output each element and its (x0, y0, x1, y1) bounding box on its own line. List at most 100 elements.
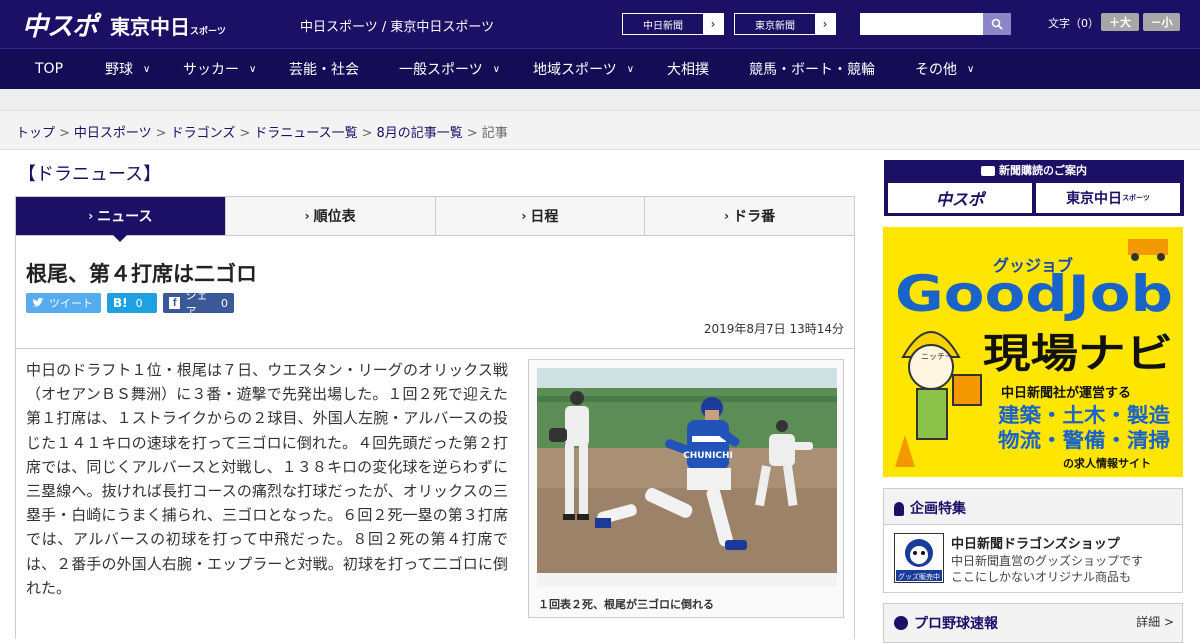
search-icon (991, 18, 1003, 30)
facebook-share-count: 0 (221, 296, 228, 310)
nav-item-sumo[interactable]: 大相撲 (667, 49, 709, 89)
pro-baseball-details-link[interactable]: 詳細 > (1136, 613, 1174, 630)
ad-line3: の求人情報サイト (1063, 456, 1151, 470)
tokyo-chunichi-logo[interactable]: 東京中日スポーツ (110, 11, 226, 40)
article-photo: CHUNICHI １回表２死、根尾が三ゴロに倒れる (528, 359, 844, 618)
article-date: 2019年8月7日 13時14分 (703, 322, 844, 336)
chuspo-logo[interactable]: 中スポ (22, 6, 98, 43)
font-larger-button[interactable]: ＋大 (1101, 13, 1139, 31)
tab-schedule[interactable]: › 日程 (436, 197, 646, 235)
tab-label: 日程 (530, 209, 559, 225)
ad-sign: ニッチー (921, 352, 953, 361)
chevron-down-icon: ∨ (143, 63, 151, 75)
ad-title: GoodJob (895, 265, 1173, 323)
chevron-right-icon: › (304, 209, 310, 223)
subscription-promo: 新聞購読のご案内 中スポ 東京中日 スポーツ (884, 160, 1184, 216)
nav-item-top[interactable]: TOP (35, 49, 63, 89)
shop-desc-line: ここにしかないオリジナル商品も (951, 570, 1132, 584)
ad-by: 中日新聞社が運営する (1001, 385, 1131, 401)
promo-tokyo-button[interactable]: 東京中日 スポーツ (1036, 183, 1180, 213)
ad-line1: 建築・土木・製造 (998, 403, 1171, 427)
chevron-right-icon: › (703, 14, 723, 34)
chevron-down-icon: ∨ (626, 63, 635, 75)
nav-label: サッカー (183, 62, 239, 78)
ad-sub: 現場ナビ (983, 331, 1173, 377)
chevron-down-icon: ∨ (967, 63, 975, 75)
site-link-label: 東京新聞 (755, 20, 795, 32)
breadcrumb-link-chuspo[interactable]: 中日スポーツ (74, 126, 152, 141)
nav-item-general-sports[interactable]: 一般スポーツ ∨ (399, 49, 500, 89)
dragons-shop-link[interactable]: 中日新聞ドラゴンズショップ (951, 533, 1120, 552)
hatena-icon: B! (113, 296, 128, 310)
facebook-share-button[interactable]: f シェア 0 (163, 289, 234, 318)
nav-label: TOP (35, 61, 64, 77)
baseball-icon (894, 616, 908, 630)
chevron-right-icon: › (815, 14, 835, 34)
chevron-right-icon: › (521, 209, 527, 223)
twitter-icon (32, 298, 44, 307)
chunichi-shimbun-link[interactable]: 中日新聞 › (622, 13, 724, 35)
promo-tokyo-sub: スポーツ (1122, 194, 1150, 202)
hatena-bookmark-button[interactable]: B! 0 (107, 293, 157, 313)
pro-baseball-live-box: プロ野球速報 詳細 > (883, 603, 1183, 643)
chevron-right-icon: › (88, 209, 94, 223)
tokyo-logo-sub: スポーツ (190, 27, 226, 37)
newspaper-icon (981, 166, 995, 176)
breadcrumb-current: 記事 (481, 126, 508, 141)
dragons-tabs: › ニュース › 順位表 › 日程 › ドラ番 (15, 196, 855, 242)
promo-chuspo-button[interactable]: 中スポ (888, 183, 1032, 213)
nav-item-local-sports[interactable]: 地域スポーツ ∨ (533, 49, 634, 89)
font-smaller-button[interactable]: －小 (1143, 13, 1180, 31)
search-input[interactable] (860, 13, 983, 35)
tweet-label: ツイート (49, 297, 93, 310)
tokyo-shimbun-link[interactable]: 東京新聞 › (734, 13, 836, 35)
chevron-down-icon: ∨ (492, 63, 501, 75)
promo-header: 新聞購読のご案内 (884, 162, 1184, 178)
search-button[interactable] (983, 13, 1011, 35)
tab-news[interactable]: › ニュース (16, 197, 226, 242)
article-body: 中日のドラフト１位・根尾は７日、ウエスタン・リーグのオリックス戦（オセアンＢＳ舞… (26, 361, 508, 597)
tweet-button[interactable]: ツイート (26, 293, 101, 313)
dragons-shop-thumbnail[interactable]: グッズ販売中 (894, 533, 944, 583)
tab-standings[interactable]: › 順位表 (226, 197, 436, 235)
tab-reporter[interactable]: › ドラ番 (645, 197, 854, 235)
photo-image[interactable]: CHUNICHI (537, 368, 837, 587)
promo-tokyo-text: 東京中日 (1066, 191, 1123, 207)
breadcrumb-link-dragons[interactable]: ドラゴンズ (171, 126, 236, 141)
chevron-down-icon: ∨ (249, 63, 257, 75)
pro-baseball-live-title: プロ野球速報 (914, 616, 998, 632)
dragons-shop-description: 中日新聞直営のグッズショップです ここにしかないオリジナル商品も (951, 553, 1143, 585)
chevron-right-icon: › (724, 209, 730, 223)
sub-nav-bar (0, 89, 1200, 111)
breadcrumb-link-august[interactable]: 8月の記事一覧 (377, 126, 463, 141)
uniform-text: CHUNICHI (683, 451, 733, 461)
special-features-box: 企画特集 グッズ販売中 中日新聞ドラゴンズショップ 中日新聞直営のグッズショップ… (883, 488, 1183, 593)
promo-header-text: 新聞購読のご案内 (999, 164, 1087, 177)
mascot-icon: グッズ販売中 (896, 539, 942, 581)
tab-label: ドラ番 (733, 209, 776, 225)
font-size-label: 文字（0） (1048, 17, 1099, 30)
breadcrumb-link-top[interactable]: トップ (16, 126, 55, 141)
nav-label: 一般スポーツ (399, 62, 483, 78)
goodjob-ad-banner[interactable]: グッジョブ GoodJob ニッチー 現場ナビ 中日新聞社が運営する 建築・土木… (883, 227, 1183, 477)
goodjob-ad-graphic: グッジョブ GoodJob ニッチー 現場ナビ 中日新聞社が運営する 建築・土木… (895, 239, 1173, 470)
nav-item-baseball[interactable]: 野球 ∨ (105, 49, 150, 89)
facebook-icon: f (169, 297, 181, 309)
shop-badge: グッズ販売中 (898, 572, 940, 581)
baseball-player-photo: CHUNICHI (537, 368, 837, 587)
nav-item-other[interactable]: その他 ∨ (915, 49, 974, 89)
tab-label: 順位表 (313, 209, 356, 225)
nav-label: 大相撲 (667, 62, 709, 78)
nav-item-soccer[interactable]: サッカー ∨ (183, 49, 256, 89)
nav-item-racing[interactable]: 競馬・ボート・競輪 (749, 49, 875, 89)
photo-caption: １回表２死、根尾が三ゴロに倒れる (538, 598, 714, 611)
tokyo-logo-text: 東京中日 (110, 15, 190, 39)
site-link-label: 中日新聞 (643, 20, 683, 32)
breadcrumb-link-news-list[interactable]: ドラニュース一覧 (254, 126, 357, 141)
nav-item-entertainment[interactable]: 芸能・社会 (289, 49, 359, 89)
tab-label: ニュース (97, 209, 153, 225)
hatena-count: 0 (135, 296, 143, 310)
breadcrumb: トップ > 中日スポーツ > ドラゴンズ > ドラニュース一覧 >8月の記事一覧 > 記事 (0, 111, 1200, 150)
pin-icon (894, 502, 904, 516)
nav-label: 野球 (105, 62, 133, 78)
